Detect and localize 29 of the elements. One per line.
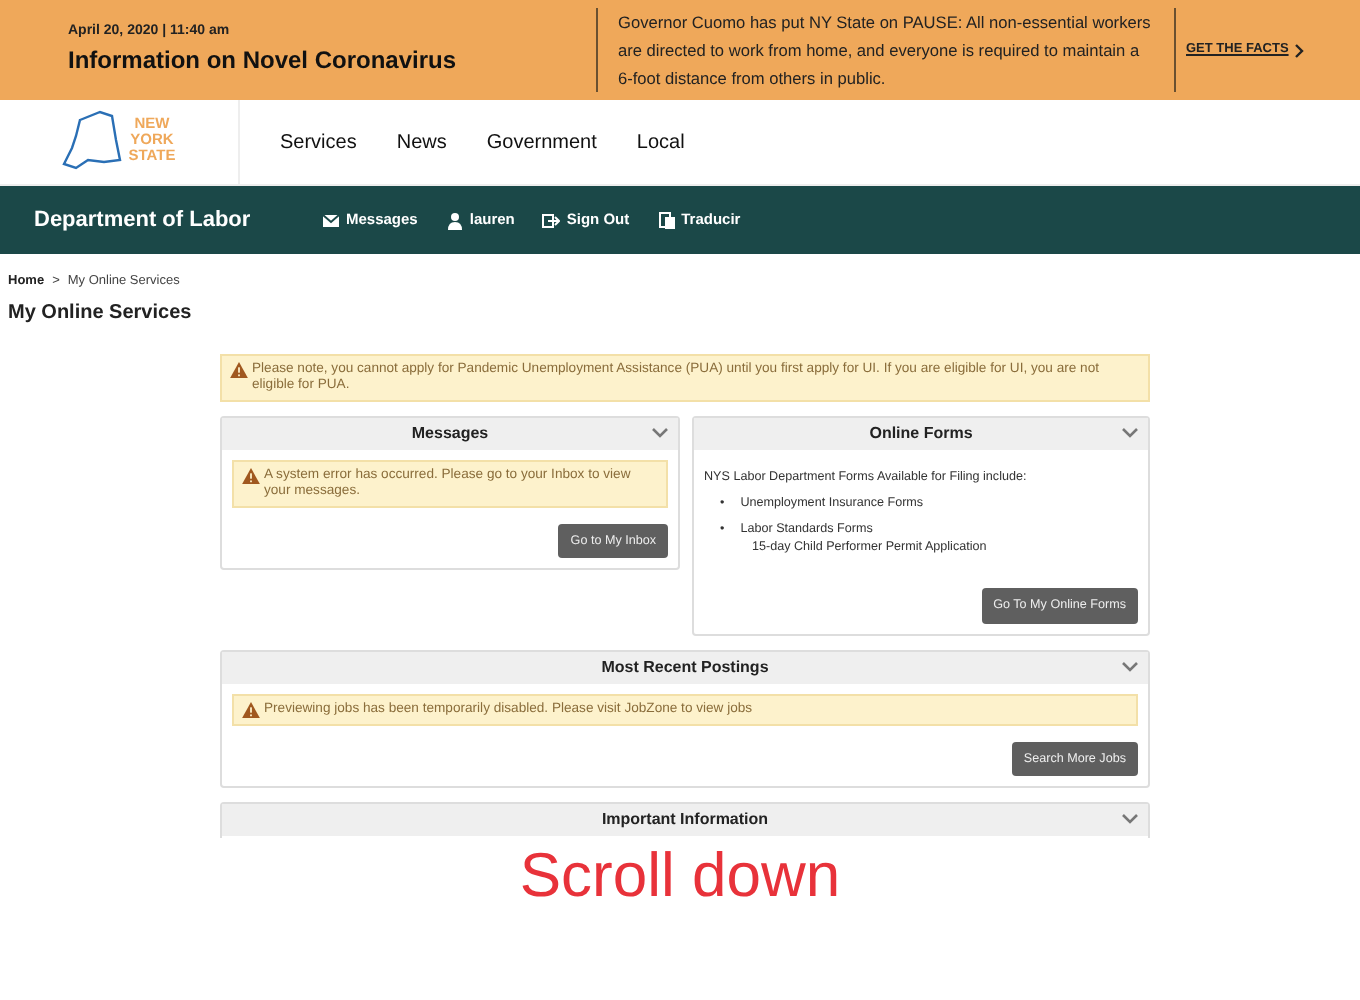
exit-icon [542, 211, 561, 229]
warning-icon [242, 701, 260, 718]
nav-link[interactable]: Local [636, 127, 685, 157]
banner-message: Governor Cuomo has put NY State on PAUSE: All non-essential workers are directed to work from home, and everyone is required to maintain a 6-foot distance from others in public. [596, 8, 1176, 92]
panel-header[interactable]: Important Information [222, 804, 1148, 837]
nav-link[interactable]: News [396, 127, 447, 157]
document-icon [657, 211, 676, 229]
warning-icon [242, 467, 260, 484]
panel-title: Online Forms [869, 421, 973, 446]
chevron-icon [1294, 43, 1305, 57]
chevron-down-icon[interactable] [652, 427, 668, 438]
panel-header[interactable]: Most Recent Postings [222, 651, 1148, 684]
agency-title: Department of Labor [34, 205, 253, 236]
nav-link[interactable]: Services [280, 127, 357, 157]
panel-title: Most Recent Postings [601, 655, 769, 680]
chevron-down-icon[interactable] [1122, 427, 1138, 438]
chevron-down-icon[interactable] [1122, 661, 1138, 672]
page-title: My Online Services [6, 299, 194, 326]
banner-title: Information on Novel Coronavirus [68, 44, 459, 79]
scroll-down-annotation: Scroll down [517, 837, 843, 914]
envelope-icon [322, 211, 340, 229]
panel-title: Important Information [601, 808, 769, 833]
chevron-down-icon[interactable] [1122, 814, 1138, 825]
warning-icon [230, 361, 248, 378]
panel-header[interactable]: Messages [222, 417, 678, 450]
panel-title: Messages [411, 421, 489, 446]
person-icon [445, 211, 464, 229]
panel-header[interactable]: Online Forms [694, 417, 1148, 450]
nav-link[interactable]: Government [486, 127, 597, 157]
